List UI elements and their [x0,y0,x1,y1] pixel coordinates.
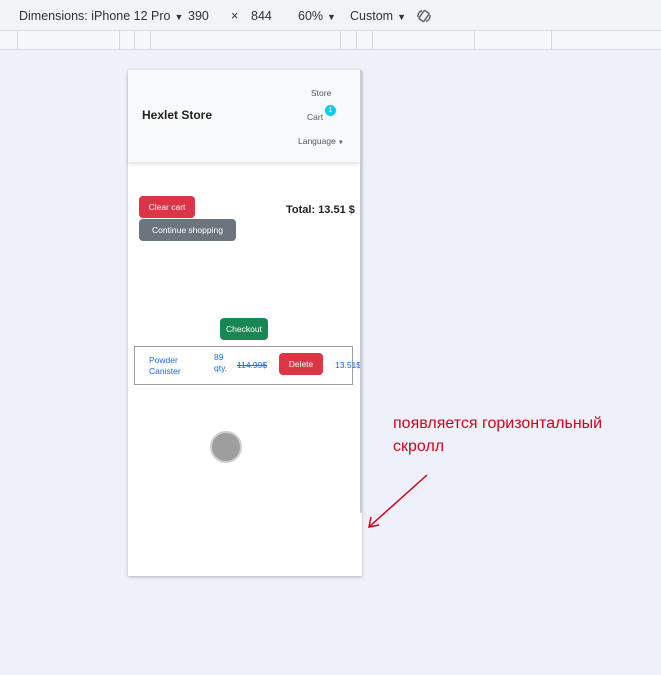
ruler-tick [551,31,552,49]
throttle-select[interactable]: Custom ▼ [350,9,406,23]
device-label: Dimensions: iPhone 12 Pro [19,9,171,23]
item-price: 13.51$ [335,360,361,370]
nav-cart-link[interactable]: Cart [307,112,323,122]
brand-link[interactable]: Hexlet Store [142,108,212,122]
zoom-select[interactable]: 60% ▼ [298,9,336,23]
rotate-icon[interactable] [416,8,432,24]
language-label: Language [298,136,336,146]
ruler-tick [340,31,341,49]
item-old-price: 114.99$ [237,360,268,370]
zoom-value: 60% [298,9,324,23]
clear-cart-button[interactable]: Clear cart [139,196,195,218]
devtools-toolbar: Dimensions: iPhone 12 Pro ▼ 390 × 844 60%… [0,0,661,31]
vertical-scrollbar[interactable] [360,70,362,513]
continue-shopping-button[interactable]: Continue shopping [139,219,236,241]
cart-total: Total: 13.51 $ [286,204,355,216]
annotation-text: появляется горизонтальный скролл [393,415,603,455]
ruler-tick [474,31,475,49]
delete-item-button[interactable]: Delete [279,353,323,375]
times-icon: × [231,9,239,23]
device-viewport: Hexlet Store Store Cart 1 Language ▼ Clea… [128,70,362,576]
chevron-down-icon: ▼ [337,140,344,146]
cart-count-badge: 1 [325,105,336,116]
touch-cursor-icon [210,431,242,463]
nav-store-link[interactable]: Store [311,88,331,98]
item-name-link[interactable]: Powder Canister [149,355,207,377]
ruler-tick [356,31,357,49]
ruler-tick [119,31,120,49]
language-dropdown[interactable]: Language ▼ [298,136,344,146]
ruler-tick [134,31,135,49]
media-query-ruler[interactable] [0,31,661,50]
chevron-down-icon: ▼ [174,12,184,22]
chevron-down-icon: ▼ [327,12,336,22]
width-input[interactable]: 390 [188,9,209,23]
item-quantity: 89 qty. [214,352,228,373]
device-select[interactable]: Dimensions: iPhone 12 Pro ▼ [19,9,183,23]
navbar: Hexlet Store Store Cart 1 Language ▼ [128,70,360,162]
cart-item-row: Powder Canister 89 qty. 114.99$ Delete 1… [134,346,361,385]
arrow-icon [368,474,428,528]
ruler-tick [17,31,18,49]
checkout-button[interactable]: Checkout [220,318,268,340]
ruler-tick [372,31,373,49]
throttle-value: Custom [350,9,394,23]
height-input[interactable]: 844 [251,9,272,23]
ruler-tick [150,31,151,49]
chevron-down-icon: ▼ [397,12,406,22]
